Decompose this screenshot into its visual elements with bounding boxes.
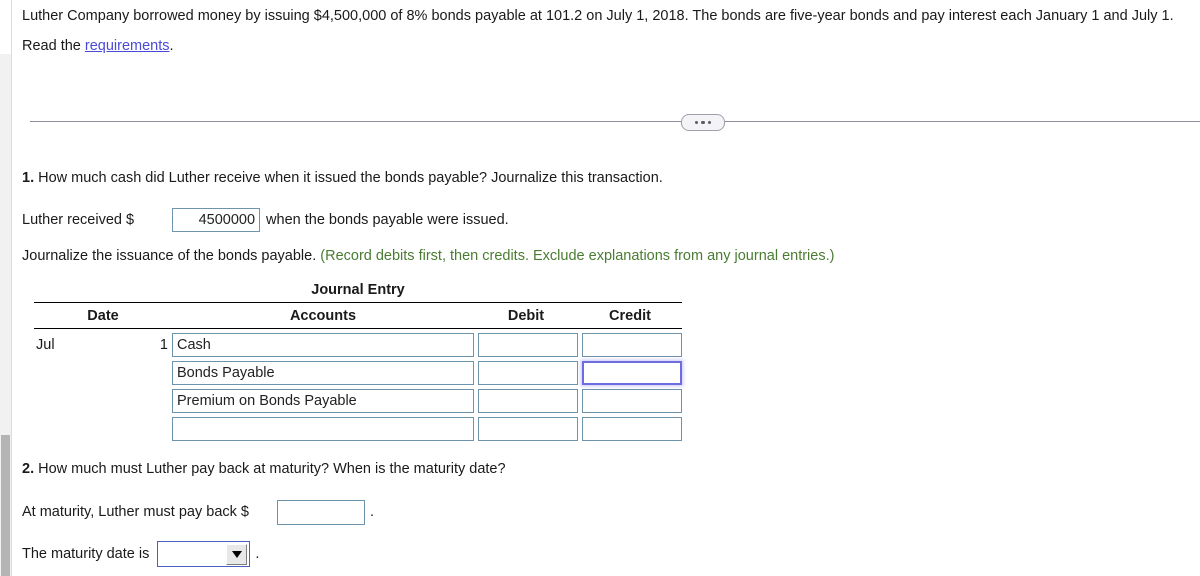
header-accounts: Accounts	[289, 308, 357, 324]
journal-entry-table: Journal Entry Date Accounts Debit Credit…	[34, 282, 682, 443]
payback-amount-input[interactable]	[277, 499, 365, 525]
cash-received-input[interactable]	[172, 208, 261, 232]
debit-cell	[474, 389, 578, 413]
debit-cell	[474, 333, 578, 357]
read-requirements-line: Read the requirements.	[22, 36, 174, 56]
received-answer-row: Luther received $ when the bonds payable…	[22, 208, 509, 232]
debit-input-row-1[interactable]	[478, 333, 578, 357]
chevron-down-glyph	[231, 551, 242, 558]
debit-input-row-2[interactable]	[478, 361, 578, 385]
question-2-number: 2.	[22, 461, 35, 477]
dot-3-icon	[707, 120, 712, 125]
header-credit: Credit	[609, 308, 651, 324]
dot-2-icon	[701, 120, 705, 125]
maturity-date-select[interactable]	[157, 541, 251, 567]
payback-period: .	[370, 504, 375, 520]
credit-input-row-1[interactable]	[582, 333, 682, 357]
date-cell: Jul 1	[34, 333, 172, 357]
debit-input-row-4[interactable]	[478, 417, 578, 441]
maturity-date-label: The maturity date is	[22, 546, 150, 562]
header-debit: Debit	[507, 308, 545, 324]
read-prefix-text: Read the	[22, 38, 85, 54]
ellipsis-handle-icon[interactable]	[681, 114, 725, 131]
journal-entry-title: Journal Entry	[311, 282, 405, 298]
credit-cell	[578, 417, 682, 441]
scrollbar-top-gap	[0, 0, 11, 54]
date-cell	[34, 417, 172, 441]
journalize-hint: (Record debits first, then credits. Excl…	[320, 248, 835, 264]
account-cell	[172, 333, 474, 357]
table-row	[34, 387, 682, 415]
account-input-row-1[interactable]	[172, 333, 474, 357]
account-input-row-3[interactable]	[172, 389, 474, 413]
chevron-down-icon[interactable]	[226, 544, 248, 565]
header-date: Date	[87, 308, 119, 324]
maturity-date-period: .	[255, 546, 260, 562]
vertical-scrollbar-thumb[interactable]	[1, 435, 10, 576]
received-suffix-label: when the bonds payable were issued.	[266, 212, 509, 228]
table-row	[34, 415, 682, 443]
date-cell	[34, 389, 172, 413]
account-cell	[172, 361, 474, 385]
date-month: Jul	[36, 337, 55, 353]
question-1-heading: 1. How much cash did Luther receive when…	[22, 170, 663, 186]
journal-rows: Jul 1	[34, 329, 682, 443]
payback-label: At maturity, Luther must pay back $	[22, 504, 249, 520]
credit-cell	[578, 361, 682, 385]
maturity-payback-row: At maturity, Luther must pay back $ .	[22, 499, 374, 525]
question-1-number: 1.	[22, 170, 35, 186]
problem-statement: Luther Company borrowed money by issuing…	[22, 8, 1174, 24]
question-1-text: How much cash did Luther receive when it…	[34, 170, 663, 186]
account-cell	[172, 417, 474, 441]
date-cell	[34, 361, 172, 385]
problem-page: Luther Company borrowed money by issuing…	[12, 0, 1200, 576]
credit-input-row-3[interactable]	[582, 389, 682, 413]
dot-1-icon	[694, 120, 699, 125]
maturity-date-row: The maturity date is .	[22, 540, 259, 568]
credit-cell	[578, 389, 682, 413]
date-day: 1	[159, 337, 168, 353]
account-input-row-2[interactable]	[172, 361, 474, 385]
section-divider	[12, 114, 1200, 132]
vertical-scrollbar-track[interactable]	[0, 0, 12, 576]
debit-cell	[474, 417, 578, 441]
requirements-link[interactable]: requirements	[85, 38, 170, 54]
account-cell	[172, 389, 474, 413]
table-row: Jul 1	[34, 331, 682, 359]
account-input-row-4[interactable]	[172, 417, 474, 441]
credit-cell	[578, 333, 682, 357]
journalize-instruction: Journalize the issuance of the bonds pay…	[22, 248, 834, 264]
table-row	[34, 359, 682, 387]
credit-input-row-4[interactable]	[582, 417, 682, 441]
question-2-heading: 2. How much must Luther pay back at matu…	[22, 461, 506, 477]
received-label: Luther received $	[22, 212, 135, 228]
credit-input-row-2[interactable]	[582, 361, 682, 385]
divider-line	[30, 121, 1200, 122]
read-suffix-text: .	[169, 38, 174, 54]
journalize-text: Journalize the issuance of the bonds pay…	[22, 248, 321, 264]
journal-header-row: Date Accounts Debit Credit	[34, 303, 682, 328]
question-2-text: How much must Luther pay back at maturit…	[34, 461, 506, 477]
debit-cell	[474, 361, 578, 385]
debit-input-row-3[interactable]	[478, 389, 578, 413]
